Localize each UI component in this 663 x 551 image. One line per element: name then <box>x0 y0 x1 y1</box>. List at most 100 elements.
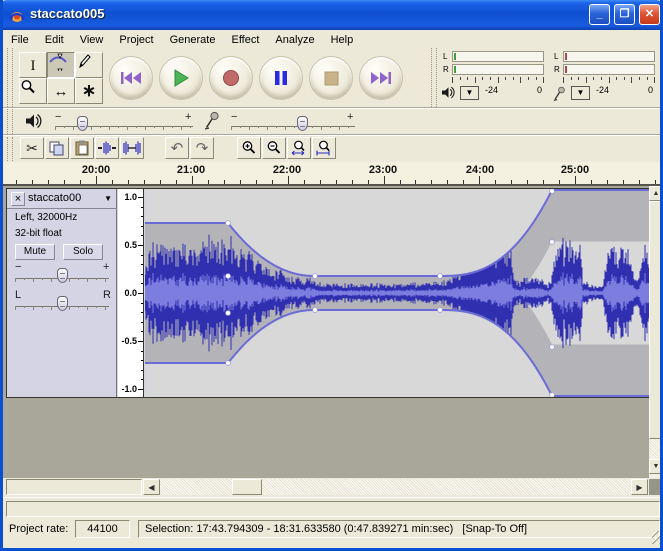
close-button[interactable]: ✕ <box>639 4 660 25</box>
mixer-grabber[interactable] <box>7 109 13 134</box>
scroll-right-icon[interactable]: ▶ <box>631 479 648 495</box>
edit-grabber[interactable] <box>7 137 13 161</box>
output-volume-slider[interactable] <box>55 121 193 133</box>
envelope-control-point[interactable] <box>226 274 231 279</box>
fit-project-button[interactable] <box>312 137 336 159</box>
menu-help[interactable]: Help <box>323 32 362 46</box>
trim-button[interactable] <box>95 137 119 159</box>
menu-file[interactable]: File <box>3 32 37 46</box>
ruler-minor-tick <box>141 255 143 256</box>
maximize-button[interactable]: ❒ <box>614 4 635 25</box>
solo-button[interactable]: Solo <box>63 244 103 260</box>
rewind-button[interactable] <box>109 56 153 100</box>
vertical-scroll-thumb[interactable] <box>649 201 663 439</box>
input-meter[interactable]: LR-240▼ <box>552 50 656 104</box>
title-bar[interactable]: staccato005 _ ❒ ✕ <box>0 0 663 30</box>
vertical-scrollbar[interactable]: ▲ ▼ <box>649 186 663 478</box>
pan-thumb[interactable] <box>57 296 68 311</box>
gain-thumb[interactable] <box>57 268 68 283</box>
input-volume-thumb[interactable] <box>297 116 308 131</box>
envelope-control-point[interactable] <box>438 274 443 279</box>
envelope-control-point[interactable] <box>550 240 555 245</box>
minimize-button[interactable]: _ <box>589 4 610 25</box>
envelope-control-point[interactable] <box>313 274 318 279</box>
scroll-down-icon[interactable]: ▼ <box>649 459 663 474</box>
timeline-tick <box>208 180 209 184</box>
resize-grip[interactable] <box>652 531 663 544</box>
fit-selection-button[interactable] <box>287 137 311 159</box>
window-title: staccato005 <box>30 6 104 21</box>
stop-button[interactable] <box>309 56 353 100</box>
meter-grabber[interactable] <box>431 48 437 107</box>
horizontal-scrollbar[interactable] <box>160 479 631 495</box>
envelope-control-point[interactable] <box>550 189 555 193</box>
vertical-ruler[interactable]: 1.00.50.0-0.5-1.0 <box>118 189 144 397</box>
forward-button[interactable] <box>359 56 403 100</box>
envelope-control-point[interactable] <box>550 393 555 397</box>
envelope-control-point[interactable] <box>226 311 231 316</box>
output-meter-dropdown[interactable]: ▼ <box>460 86 479 100</box>
track-close-button[interactable]: × <box>11 192 25 206</box>
input-volume-slider[interactable] <box>231 121 355 133</box>
slider-tick <box>69 278 70 282</box>
timeline-label-24-00: 24:00 <box>466 164 494 176</box>
envelope-control-point[interactable] <box>226 221 231 226</box>
toolbar-grabber[interactable] <box>7 48 13 107</box>
tick <box>654 77 655 83</box>
tick <box>586 77 587 83</box>
pause-button[interactable] <box>259 56 303 100</box>
horizontal-scroll-thumb[interactable] <box>232 479 262 495</box>
silence-button[interactable] <box>120 137 144 159</box>
menu-project[interactable]: Project <box>111 32 161 46</box>
zoom-in-button[interactable] <box>237 137 261 159</box>
envelope-control-point[interactable] <box>438 308 443 313</box>
menu-analyze[interactable]: Analyze <box>267 32 322 46</box>
waveform-canvas[interactable] <box>145 189 650 397</box>
record-button[interactable] <box>209 56 253 100</box>
tool-zoom[interactable] <box>19 78 47 104</box>
scroll-left-icon[interactable]: ◀ <box>143 479 160 495</box>
track-title-menu[interactable]: staccato00 ▼ <box>28 192 114 207</box>
timeline-tick <box>240 180 241 184</box>
waveform-display[interactable] <box>145 189 650 397</box>
menu-generate[interactable]: Generate <box>162 32 224 46</box>
slider-tick <box>181 126 182 130</box>
menu-edit[interactable]: Edit <box>37 32 72 46</box>
play-button[interactable] <box>159 56 203 100</box>
project-rate-value[interactable]: 44100 <box>75 520 130 538</box>
tool-selection[interactable]: I <box>19 52 47 78</box>
scrollbar-corner <box>649 479 663 495</box>
tool-envelope[interactable] <box>47 52 75 78</box>
cut-button[interactable]: ✂ <box>20 137 44 159</box>
slider-tick <box>24 278 25 280</box>
timeline-tick <box>336 180 337 184</box>
undo-button[interactable]: ↶ <box>165 137 189 159</box>
tool-multi[interactable]: ∗ <box>75 78 103 104</box>
ruler-minor-tick <box>141 312 143 313</box>
output-volume-thumb[interactable] <box>77 116 88 131</box>
tool-draw[interactable] <box>75 52 103 78</box>
mute-button[interactable]: Mute <box>15 244 55 260</box>
copy-button[interactable] <box>45 137 69 159</box>
output-meter[interactable]: LR-240▼ <box>441 50 545 104</box>
zoom-out-button[interactable] <box>262 137 286 159</box>
envelope-control-point[interactable] <box>550 345 555 350</box>
scroll-up-icon[interactable]: ▲ <box>649 186 663 201</box>
paste-button[interactable] <box>70 137 94 159</box>
envelope-control-point[interactable] <box>226 361 231 366</box>
scroll-left-panel <box>6 479 142 495</box>
channel-label: L <box>443 52 447 61</box>
tool-timeshift[interactable]: ↔ <box>47 78 75 104</box>
timeline-tick <box>304 180 305 184</box>
menu-effect[interactable]: Effect <box>223 32 267 46</box>
transport-controls <box>109 56 409 102</box>
menu-view[interactable]: View <box>72 32 112 46</box>
input-meter-dropdown[interactable]: ▼ <box>571 86 590 100</box>
timeline-ruler[interactable]: 20:0021:0022:0023:0024:0025:00 <box>3 162 663 186</box>
redo-button[interactable]: ↷ <box>190 137 214 159</box>
meter-scale-ticks <box>563 77 655 83</box>
ruler-minor-tick <box>141 379 143 380</box>
envelope-control-point[interactable] <box>313 308 318 313</box>
slider-tick <box>145 126 146 130</box>
track-bitdepth-info: 32-bit float <box>15 228 62 239</box>
